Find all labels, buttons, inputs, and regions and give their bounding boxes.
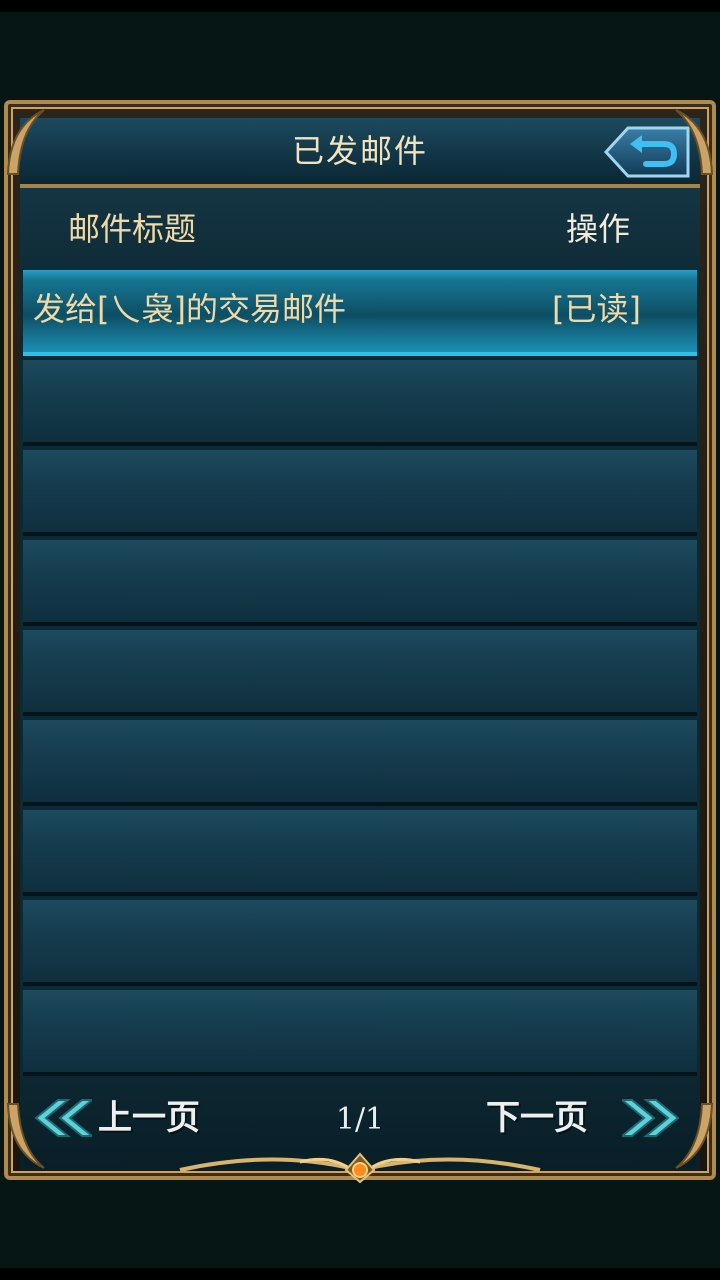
mail-row[interactable] [23, 720, 697, 806]
mail-title: 发给[乀袅]的交易邮件 [33, 290, 346, 328]
corner-ornament-bottom-right [675, 1103, 714, 1169]
sent-mail-panel: 已发邮件 邮件标题 操作 发给[乀袅]的交易邮件 [已读] 上一页 1/1 下一… [20, 118, 700, 1170]
next-page-label: 下一页 [486, 1098, 588, 1138]
mail-row[interactable] [23, 360, 697, 446]
corner-ornament-bottom-left [6, 1103, 45, 1169]
column-operation: 操作 [565, 210, 630, 248]
status-band [0, 0, 720, 12]
corner-ornament-top-left [6, 109, 45, 175]
mail-row[interactable]: 发给[乀袅]的交易邮件 [已读] [23, 270, 697, 356]
mail-row[interactable] [23, 450, 697, 536]
page-title: 已发邮件 [291, 132, 428, 170]
column-header: 邮件标题 操作 [20, 188, 700, 270]
next-page-button[interactable]: 下一页 [486, 1094, 686, 1142]
title-bar: 已发邮件 [20, 118, 700, 188]
mail-row[interactable] [23, 540, 697, 626]
bottom-band [0, 1268, 720, 1280]
mail-screen: 已发邮件 邮件标题 操作 发给[乀袅]的交易邮件 [已读] 上一页 1/1 下一… [0, 0, 720, 1280]
column-mail-title: 邮件标题 [68, 210, 197, 248]
mail-status[interactable]: [已读] [552, 270, 641, 352]
mail-row[interactable] [23, 630, 697, 716]
mail-row[interactable] [23, 900, 697, 986]
corner-ornament-top-right [675, 109, 714, 175]
mail-row[interactable] [23, 990, 697, 1076]
mail-row[interactable] [23, 810, 697, 896]
bottom-crest-ornament [179, 1152, 541, 1184]
